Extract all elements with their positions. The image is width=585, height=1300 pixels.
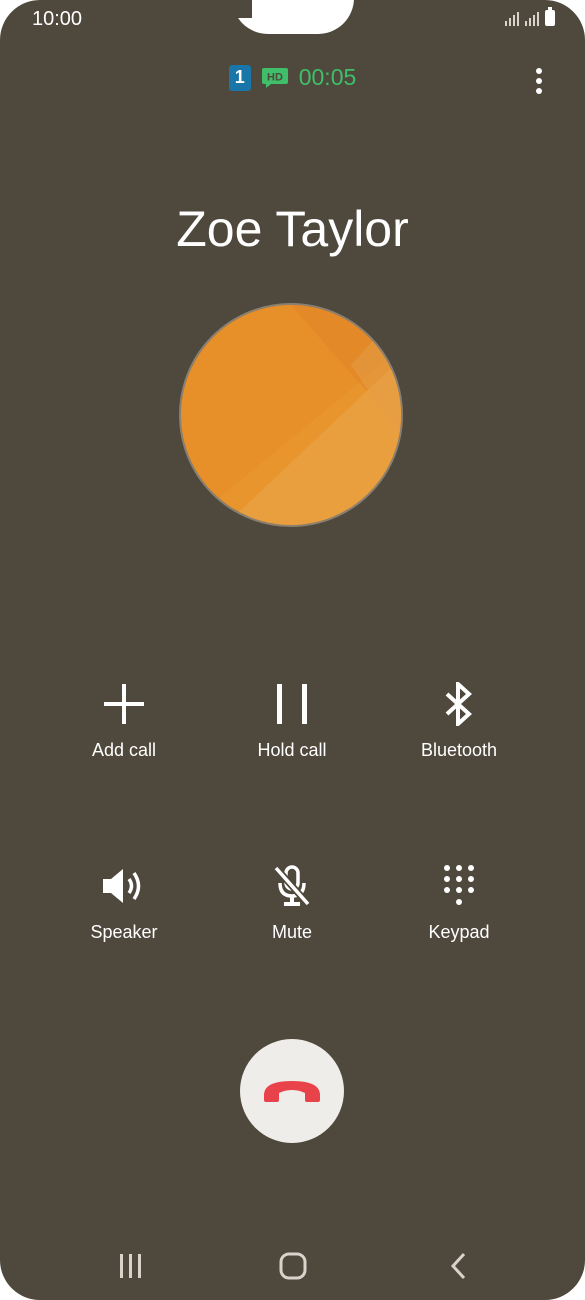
- call-info-bar: 1 HD 00:05: [0, 64, 585, 91]
- keypad-icon: [442, 862, 476, 910]
- bluetooth-icon: [443, 680, 475, 728]
- caller-name: Zoe Taylor: [176, 201, 409, 257]
- recents-icon[interactable]: [101, 1248, 161, 1284]
- pause-icon: [275, 680, 309, 728]
- signal-icon: [505, 10, 519, 26]
- speaker-icon: [101, 862, 147, 910]
- in-call-screen: 10:00 1 HD 00:05 Zoe Taylor Add call Hol…: [0, 0, 585, 1300]
- navigation-bar: [0, 1238, 585, 1294]
- mute-button[interactable]: Mute: [212, 862, 372, 943]
- svg-text:HD: HD: [267, 71, 283, 83]
- hd-voice-icon: HD: [261, 66, 289, 90]
- mute-label: Mute: [271, 922, 313, 942]
- call-duration: 00:05: [298, 64, 357, 90]
- status-time: 10:00: [32, 8, 83, 30]
- plus-icon: [102, 680, 146, 728]
- speaker-label: Speaker: [90, 922, 158, 942]
- status-icons: [505, 7, 555, 26]
- more-options-icon[interactable]: [535, 68, 543, 94]
- back-icon[interactable]: [428, 1248, 488, 1284]
- add-call-button[interactable]: Add call: [44, 680, 204, 761]
- hold-call-label: Hold call: [257, 740, 327, 760]
- camera-notch: [232, 0, 354, 34]
- battery-icon: [545, 7, 555, 26]
- home-icon[interactable]: [263, 1248, 323, 1284]
- caller-avatar[interactable]: [179, 303, 403, 527]
- add-call-label: Add call: [91, 740, 157, 760]
- bluetooth-label: Bluetooth: [420, 740, 498, 760]
- mic-off-icon: [272, 862, 312, 910]
- keypad-button[interactable]: Keypad: [379, 862, 539, 943]
- end-call-icon: [264, 1081, 320, 1102]
- bluetooth-button[interactable]: Bluetooth: [379, 680, 539, 761]
- keypad-label: Keypad: [428, 922, 490, 942]
- hold-call-button[interactable]: Hold call: [212, 680, 372, 761]
- speaker-button[interactable]: Speaker: [44, 862, 204, 943]
- signal-icon: [525, 10, 539, 26]
- sim-slot-badge: 1: [228, 64, 251, 91]
- end-call-button[interactable]: [240, 1039, 344, 1143]
